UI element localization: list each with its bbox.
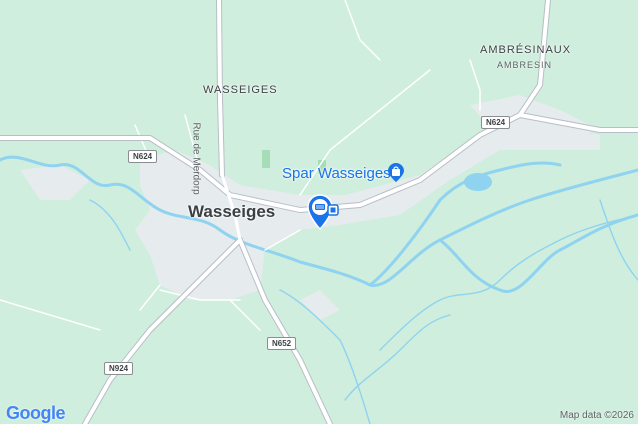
road-shield-n924: N924	[104, 362, 134, 375]
atm-small-icon	[327, 204, 339, 216]
google-logo-text: Google	[6, 403, 66, 423]
road-shield-n624-east: N624	[481, 116, 511, 129]
map-canvas[interactable]: N624 N624 N652 N924 Wasseiges WASSEIGES …	[0, 0, 638, 424]
shopping-bag-icon[interactable]	[386, 163, 406, 183]
map-data-credit[interactable]: Map data ©2026	[560, 410, 634, 421]
google-logo[interactable]: Google	[6, 403, 66, 424]
street-label-rue-de-merdorp: Rue de Merdorp	[190, 122, 202, 195]
road-shield-n624-west: N624	[128, 150, 158, 163]
village-label-wasseiges[interactable]: WASSEIGES	[203, 84, 278, 96]
village-sublabel-ambresin: AMBRESIN	[497, 60, 553, 70]
road-shield-n652: N652	[267, 337, 297, 350]
poi-label-spar-wasseiges[interactable]: Spar Wasseiges	[282, 165, 391, 182]
village-label-ambresinaux[interactable]: AMBRÉSINAUX	[480, 44, 571, 56]
town-label-wasseiges[interactable]: Wasseiges	[188, 202, 275, 222]
